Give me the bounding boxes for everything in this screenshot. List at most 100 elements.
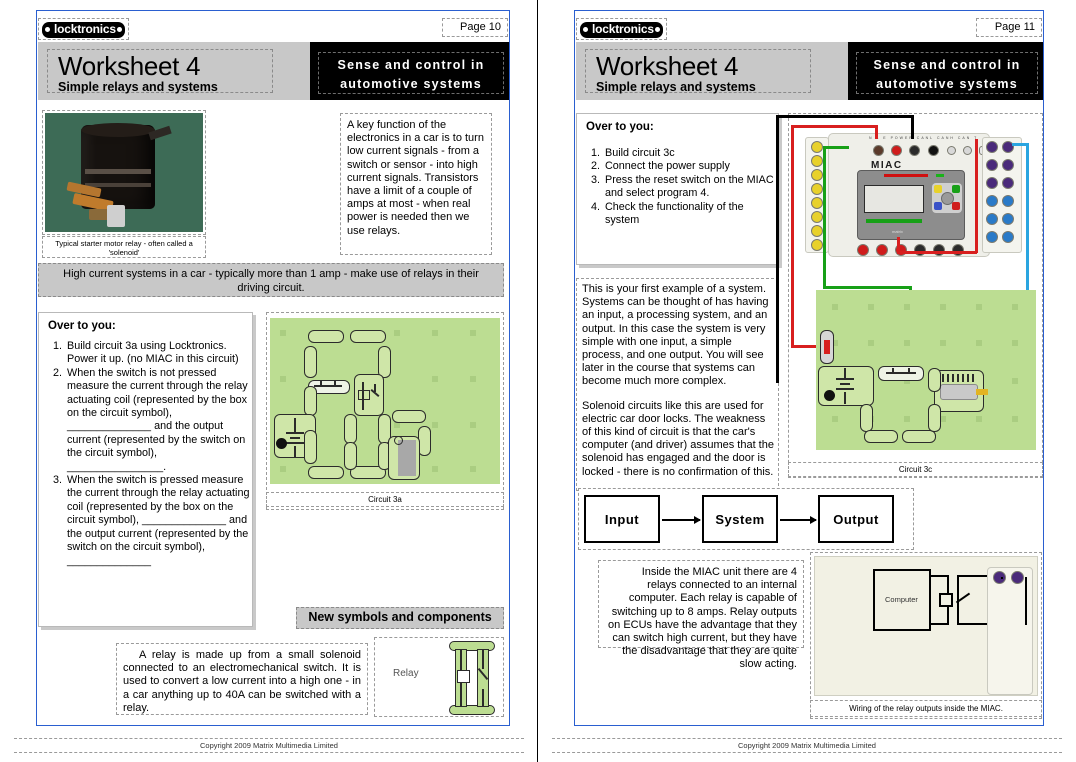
circuit-link — [928, 404, 941, 432]
intro-text: A key function of the electronics in a c… — [340, 113, 492, 255]
page-number: Page 10 — [442, 18, 508, 37]
worksheet-title-box: Worksheet 4 Simple relays and systems — [585, 49, 811, 94]
terminal — [811, 239, 823, 251]
circuit-link — [304, 386, 317, 416]
flow-arrow-2 — [780, 516, 817, 523]
relay-symbol-label: Relay — [393, 668, 419, 679]
circuit-link — [378, 346, 391, 378]
relay-description: A relay is made up from a small solenoid… — [116, 643, 368, 715]
over-to-you-steps: Build circuit 3c Connect the power suppl… — [577, 147, 778, 227]
over-to-you-title: Over to you: — [586, 121, 654, 133]
list-item: Build circuit 3c — [603, 147, 778, 160]
page-left-border-top — [36, 10, 510, 11]
page-right-border-top — [574, 10, 1044, 11]
brand-logo: locktronics — [576, 18, 667, 40]
terminal — [1002, 195, 1014, 207]
terminal — [873, 145, 884, 156]
circuit-link — [902, 430, 936, 443]
circuit-link — [344, 442, 357, 470]
brand-logo-text: locktronics — [42, 22, 125, 38]
worksheet-title-box: Worksheet 4 Simple relays and systems — [47, 49, 273, 94]
body-text-frame: This is your first example of a system. … — [576, 278, 779, 491]
terminal — [909, 145, 920, 156]
terminal — [1011, 571, 1024, 584]
terminal — [952, 244, 964, 256]
worksheet-title: Worksheet 4 — [58, 51, 201, 81]
circuit-link — [304, 430, 317, 464]
over-to-you-panel: Over to you: Build circuit 3a using Lock… — [38, 312, 253, 627]
over-to-you-title: Over to you: — [48, 320, 116, 332]
circuit-3c-board — [816, 290, 1036, 450]
wiring-diagram-image: Computer — [814, 556, 1038, 696]
brand-logo: locktronics — [38, 18, 129, 40]
list-item: Connect the power supply — [603, 160, 778, 173]
page-left: locktronics Page 10 Worksheet 4 Simple r… — [0, 0, 538, 762]
circuit-link — [860, 404, 873, 432]
miac-relay-note: Inside the MIAC unit there are 4 relays … — [598, 560, 804, 670]
terminal — [811, 197, 823, 209]
terminal — [811, 155, 823, 167]
circuit-3a-board — [270, 318, 500, 484]
terminal — [811, 211, 823, 223]
terminal — [1002, 177, 1014, 189]
miac-display-body: matrix — [857, 170, 965, 240]
new-symbols-header: New symbols and components — [296, 607, 504, 629]
circuit-link — [350, 330, 386, 343]
terminal — [811, 225, 823, 237]
page-number: Page 11 — [976, 18, 1042, 37]
miac-module: N L E POWER CANL CANH CAN T MIAC matrix — [828, 133, 990, 257]
terminal — [914, 244, 926, 256]
circuit-3c-caption: Circuit 3c — [788, 462, 1043, 477]
solenoid-photo — [42, 110, 206, 235]
list-item: When the switch is not pressed measure t… — [65, 367, 252, 474]
circuit-link — [308, 466, 344, 479]
terminal — [928, 145, 939, 156]
page-right-border-bottom — [574, 725, 1044, 726]
circuit-link — [344, 414, 357, 444]
worksheet-subtitle: Simple relays and systems — [58, 80, 218, 94]
high-current-note: High current systems in a car - typicall… — [38, 263, 504, 297]
terminal — [986, 177, 998, 189]
terminal — [811, 169, 823, 181]
topic-banner: Sense and control in automotive systems — [856, 52, 1038, 94]
terminal — [891, 145, 902, 156]
circuit-link — [304, 346, 317, 378]
miac-photo: N L E POWER CANL CANH CAN T MIAC matrix — [790, 115, 1041, 275]
terminal — [876, 244, 888, 256]
terminal — [986, 141, 998, 153]
miac-lcd — [864, 185, 924, 213]
page-right-border-left — [574, 10, 575, 725]
circuit-link — [308, 330, 344, 343]
list-item: Press the reset switch on the MIAC and s… — [603, 174, 778, 201]
terminal — [857, 244, 869, 256]
circuit-link — [928, 368, 941, 392]
worksheet-spread: locktronics Page 10 Worksheet 4 Simple r… — [0, 0, 1076, 762]
list-item: When the switch is pressed measure the c… — [65, 474, 252, 568]
flow-output-block: Output — [818, 495, 894, 543]
computer-label: Computer — [885, 595, 918, 604]
terminal — [811, 141, 823, 153]
terminal — [963, 146, 972, 155]
over-to-you-panel: Over to you: Build circuit 3c Connect th… — [576, 113, 779, 265]
terminal — [1002, 231, 1014, 243]
terminal — [947, 146, 956, 155]
terminal — [1002, 213, 1014, 225]
circuit-3a-caption: Circuit 3a — [266, 492, 504, 507]
solenoid-photo-caption: Typical starter motor relay - often call… — [42, 236, 206, 258]
page-footer: Copyright 2009 Matrix Multimedia Limited — [552, 738, 1062, 753]
relay-symbol-card: Relay — [374, 637, 504, 717]
relay-symbol-graphic — [449, 641, 495, 715]
flow-system-block: System — [702, 495, 778, 543]
terminal — [1002, 141, 1014, 153]
worksheet-subtitle: Simple relays and systems — [596, 80, 756, 94]
page-footer: Copyright 2009 Matrix Multimedia Limited — [14, 738, 524, 753]
terminal — [895, 244, 907, 256]
topic-banner: Sense and control in automotive systems — [318, 52, 504, 94]
body-paragraph-1: This is your first example of a system. … — [582, 283, 769, 388]
terminal — [1002, 159, 1014, 171]
brand-logo-text: locktronics — [580, 22, 663, 38]
flow-input-block: Input — [584, 495, 660, 543]
worksheet-title: Worksheet 4 — [596, 51, 739, 81]
page-right-border-right — [1043, 10, 1044, 725]
circuit-link — [392, 410, 426, 423]
